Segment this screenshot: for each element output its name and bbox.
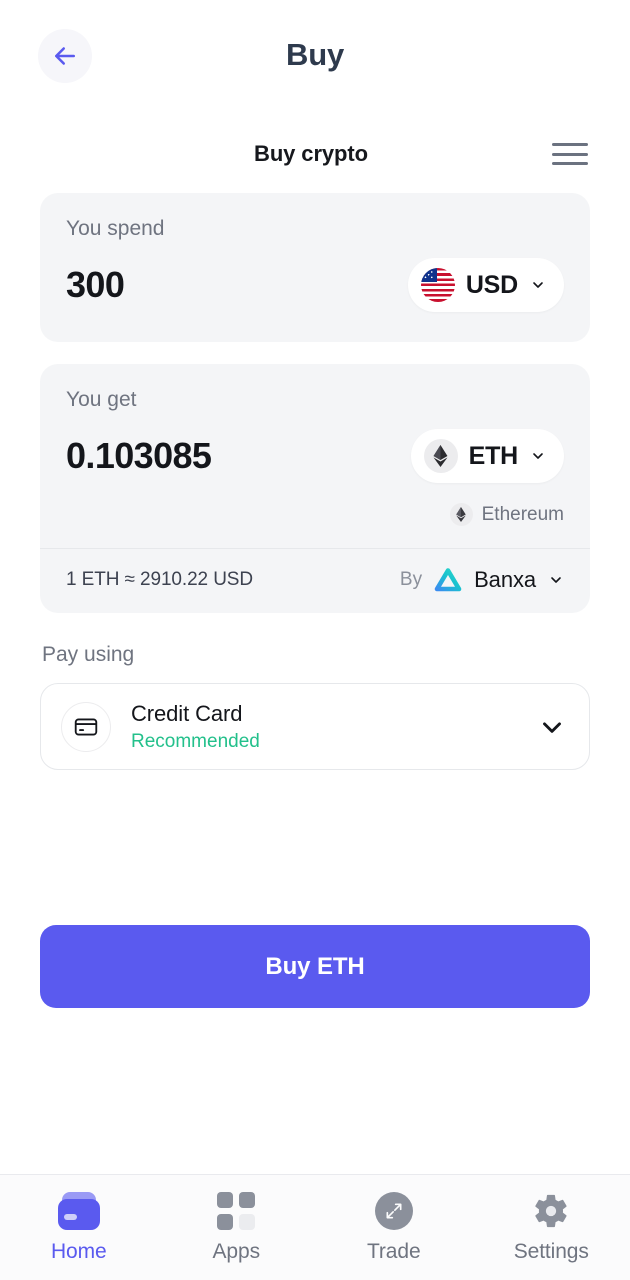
payment-method-texts: Credit Card Recommended xyxy=(131,700,517,753)
pay-using-label: Pay using xyxy=(42,643,135,667)
nav-label-apps: Apps xyxy=(212,1240,261,1263)
gear-glyph xyxy=(535,1194,567,1228)
rate-row: 1 ETH ≈ 2910.22 USD By Banxa xyxy=(40,548,590,613)
ethereum-icon xyxy=(449,503,473,527)
nav-item-home[interactable]: Home xyxy=(0,1191,158,1264)
main-content: You spend USD You get xyxy=(0,193,630,771)
you-spend-card: You spend USD xyxy=(40,193,590,343)
get-asset-network: Ethereum xyxy=(66,503,564,548)
wallet-icon xyxy=(57,1191,100,1231)
credit-card-glyph xyxy=(74,718,98,736)
ethereum-glyph xyxy=(456,507,466,523)
ethereum-glyph xyxy=(433,445,448,468)
get-asset-name: Ethereum xyxy=(481,503,564,525)
gear-icon xyxy=(531,1191,571,1231)
chevron-down-icon xyxy=(551,577,561,583)
you-spend-label: You spend xyxy=(66,217,165,240)
provider-selector[interactable]: By Banxa xyxy=(400,566,564,594)
nav-item-apps[interactable]: Apps xyxy=(158,1191,316,1264)
us-flag-icon xyxy=(420,268,455,303)
bottom-navigation: Home Apps Trade Settings xyxy=(0,1174,630,1280)
get-asset-code: ETH xyxy=(468,441,519,470)
menu-line xyxy=(552,152,588,156)
you-get-label: You get xyxy=(66,388,137,412)
chevron-down-icon xyxy=(543,722,561,733)
credit-card-icon xyxy=(61,701,111,752)
page-title: Buy xyxy=(286,37,344,72)
chevron-down-icon xyxy=(533,282,543,288)
you-get-card: You get ETH xyxy=(40,364,590,614)
chevron-down-icon xyxy=(533,453,543,459)
payment-method-selector[interactable]: Credit Card Recommended xyxy=(40,683,590,771)
section-header: Buy crypto xyxy=(0,115,630,193)
cta-container: Buy ETH xyxy=(0,925,630,1009)
menu-line xyxy=(552,162,588,165)
get-amount-input[interactable] xyxy=(66,435,366,478)
exchange-rate-text: 1 ETH ≈ 2910.22 USD xyxy=(66,569,254,591)
expand-arrows-icon xyxy=(374,1191,413,1231)
ethereum-icon xyxy=(423,439,458,474)
get-asset-selector[interactable]: ETH xyxy=(410,429,564,484)
menu-line xyxy=(552,143,588,146)
provider-by-label: By xyxy=(399,569,423,591)
section-title: Buy crypto xyxy=(254,141,368,166)
payment-method-name: Credit Card xyxy=(131,701,243,727)
nav-item-trade[interactable]: Trade xyxy=(315,1191,473,1264)
you-get-row: ETH xyxy=(66,425,564,487)
nav-label-home: Home xyxy=(50,1240,107,1263)
nav-label-settings: Settings xyxy=(513,1240,589,1263)
spend-amount-input[interactable] xyxy=(66,264,366,307)
spend-currency-selector[interactable]: USD xyxy=(407,258,564,313)
spend-currency-code: USD xyxy=(465,270,518,299)
buy-eth-button[interactable]: Buy ETH xyxy=(40,925,590,1009)
expand-arrows-glyph xyxy=(386,1203,402,1219)
you-spend-row: USD xyxy=(66,254,564,316)
top-bar: Buy xyxy=(0,0,630,115)
nav-item-settings[interactable]: Settings xyxy=(473,1191,630,1264)
banxa-triangle-icon xyxy=(434,568,462,592)
buy-crypto-screen: Buy Buy crypto You spend USD xyxy=(0,0,630,1280)
provider-name: Banxa xyxy=(474,567,536,593)
payment-method-note: Recommended xyxy=(131,730,260,752)
grid-icon xyxy=(217,1191,256,1231)
nav-label-trade: Trade xyxy=(366,1240,421,1263)
hamburger-menu-icon[interactable] xyxy=(552,140,588,168)
